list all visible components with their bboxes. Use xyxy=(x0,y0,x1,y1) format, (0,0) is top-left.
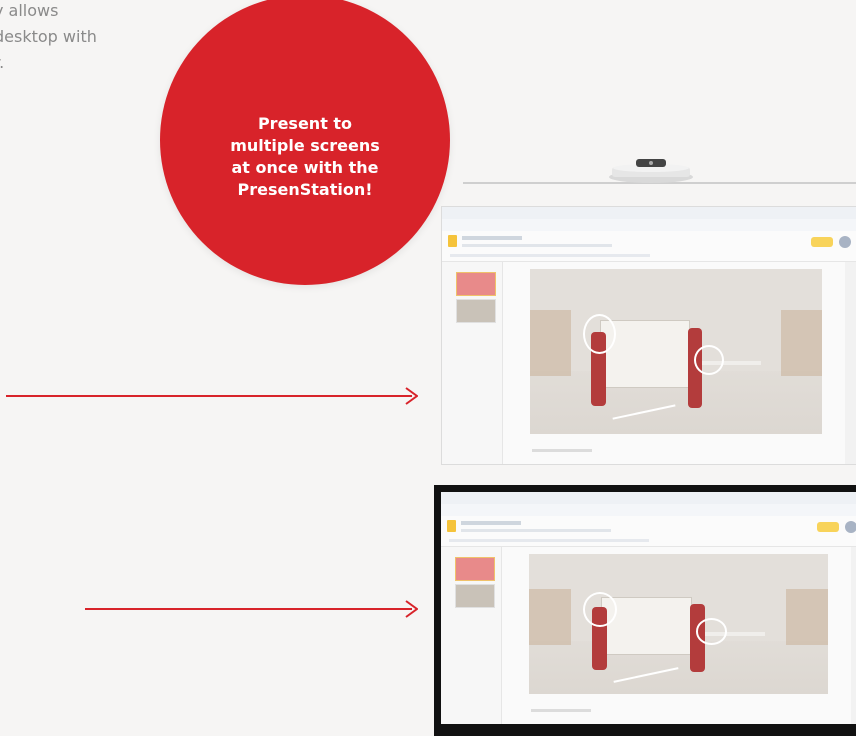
intro-line-3: r. xyxy=(0,50,164,76)
presenstation-device-icon xyxy=(609,159,693,183)
slides-ui-screenshot xyxy=(441,492,856,724)
intro-line-1: y allows xyxy=(0,1,59,20)
callout-circle: Present to multiple screens at once with… xyxy=(160,0,450,285)
slide-canvas xyxy=(529,554,828,694)
intro-line-2: desktop with xyxy=(0,27,97,46)
top-screen xyxy=(441,206,856,465)
arrow-right-icon xyxy=(6,387,418,405)
arrow-right-icon xyxy=(85,600,418,618)
bottom-screen xyxy=(434,485,856,736)
slides-ui-screenshot xyxy=(442,207,856,464)
callout-text: Present to multiple screens at once with… xyxy=(230,114,380,199)
intro-text: y allows desktop with r. xyxy=(0,0,164,76)
slide-canvas xyxy=(530,269,822,434)
